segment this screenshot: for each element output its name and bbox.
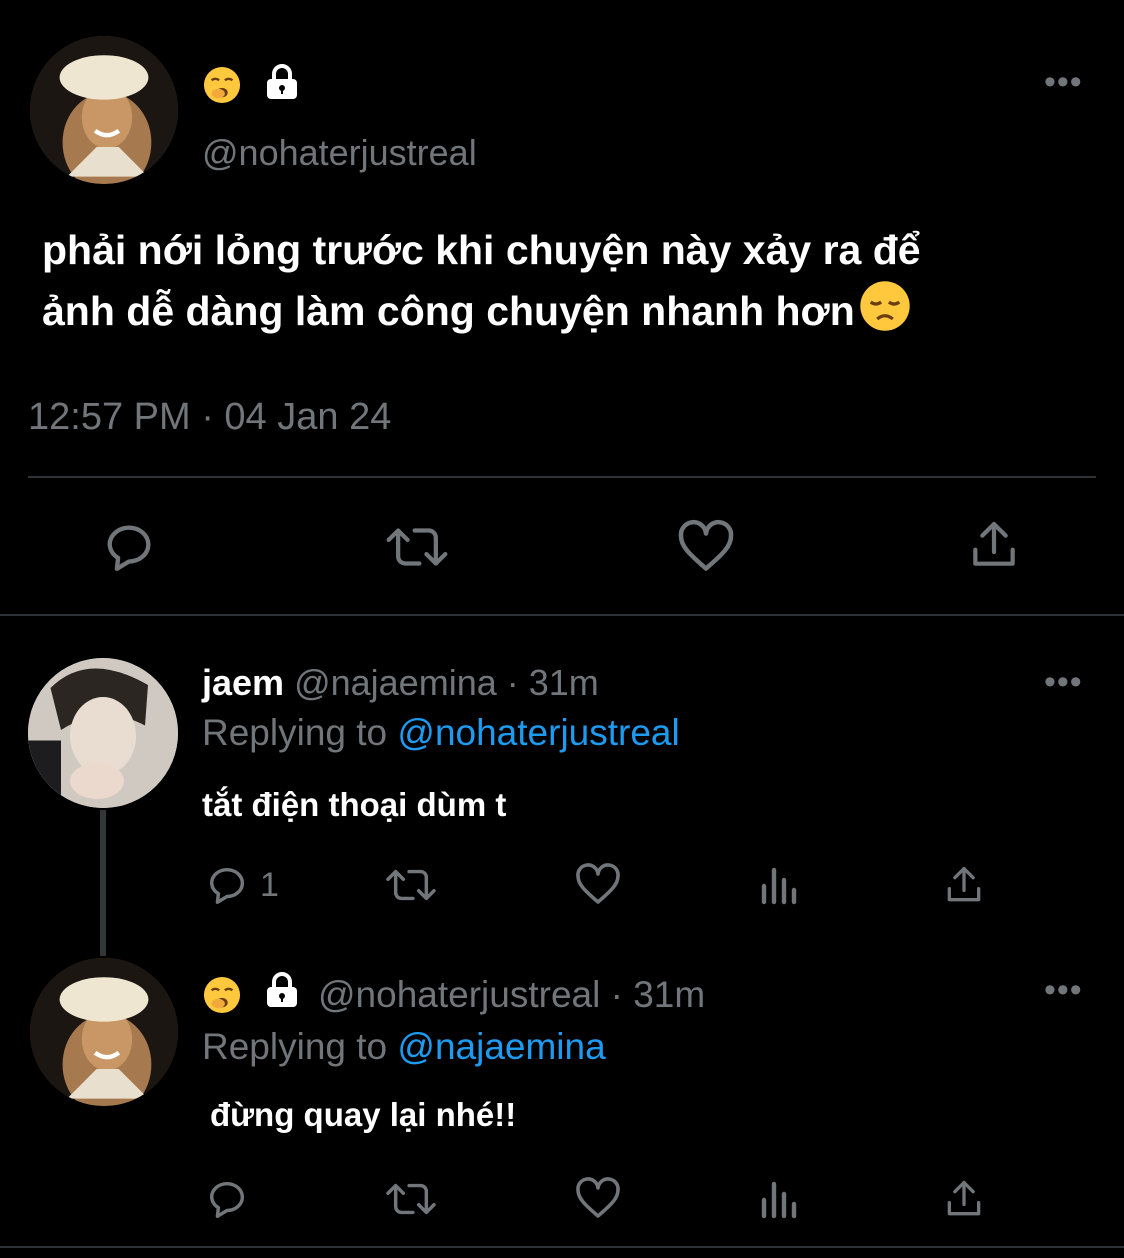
thread-line bbox=[100, 810, 106, 956]
reply-icon[interactable] bbox=[100, 518, 158, 576]
more-options-button[interactable]: ••• bbox=[1044, 65, 1083, 99]
reply-text: đừng quay lại nhé!! bbox=[210, 1096, 517, 1133]
display-name[interactable]: jaem bbox=[202, 662, 284, 703]
divider bbox=[0, 614, 1124, 616]
replying-to-link[interactable]: @nohaterjustreal bbox=[397, 712, 679, 753]
reply-header: jaem @najaemina · 31m bbox=[202, 662, 599, 704]
reply-text: tắt điện thoại dùm t bbox=[202, 786, 507, 823]
handle-time[interactable]: @najaemina · 31m bbox=[294, 662, 599, 703]
share-icon[interactable] bbox=[942, 1176, 986, 1222]
divider bbox=[0, 1246, 1124, 1248]
avatar[interactable] bbox=[30, 36, 178, 184]
retweet-icon[interactable] bbox=[384, 862, 438, 908]
lock-icon bbox=[262, 970, 302, 1010]
views-icon[interactable] bbox=[760, 1176, 800, 1220]
share-icon[interactable] bbox=[942, 862, 986, 908]
reply-icon[interactable] bbox=[204, 1176, 250, 1222]
like-icon[interactable] bbox=[574, 862, 622, 906]
tweet-text-line-2-text: ảnh dễ dàng làm công chuyện nhanh hơn bbox=[42, 287, 855, 334]
tweet-author-handle[interactable]: @nohaterjustreal bbox=[202, 132, 477, 174]
tweet-text: phải nới lỏng trước khi chuyện này xảy r… bbox=[42, 220, 921, 348]
reply-count: 1 bbox=[260, 866, 279, 904]
retweet-icon[interactable] bbox=[384, 1176, 438, 1222]
share-icon[interactable] bbox=[966, 516, 1022, 574]
replying-to-link[interactable]: @najaemina bbox=[397, 1026, 605, 1067]
more-options-button[interactable]: ••• bbox=[1044, 973, 1083, 1007]
tweet-text-line-1: phải nới lỏng trước khi chuyện này xảy r… bbox=[42, 227, 921, 273]
like-icon[interactable] bbox=[574, 1176, 622, 1220]
avatar[interactable] bbox=[30, 958, 178, 1106]
replying-to: Replying to @najaemina bbox=[202, 1026, 606, 1068]
yawning-face-emoji bbox=[203, 66, 241, 109]
views-icon[interactable] bbox=[760, 862, 800, 906]
tweet-text-line-2: ảnh dễ dàng làm công chuyện nhanh hơn bbox=[42, 280, 921, 348]
like-icon[interactable] bbox=[676, 518, 736, 574]
yawning-face-emoji bbox=[203, 976, 241, 1019]
retweet-icon[interactable] bbox=[384, 518, 450, 576]
lock-icon bbox=[262, 62, 302, 102]
tweet-timestamp[interactable]: 12:57 PM · 04 Jan 24 bbox=[28, 396, 391, 439]
more-options-button[interactable]: ••• bbox=[1044, 665, 1083, 699]
reply-icon[interactable] bbox=[204, 862, 250, 908]
replying-to: Replying to @nohaterjustreal bbox=[202, 712, 680, 754]
handle-time[interactable]: @nohaterjustreal · 31m bbox=[318, 974, 705, 1016]
divider bbox=[28, 476, 1096, 478]
avatar[interactable] bbox=[28, 658, 178, 808]
disappointed-face-emoji bbox=[859, 280, 911, 348]
replying-prefix: Replying to bbox=[202, 712, 388, 753]
replying-prefix: Replying to bbox=[202, 1026, 388, 1067]
